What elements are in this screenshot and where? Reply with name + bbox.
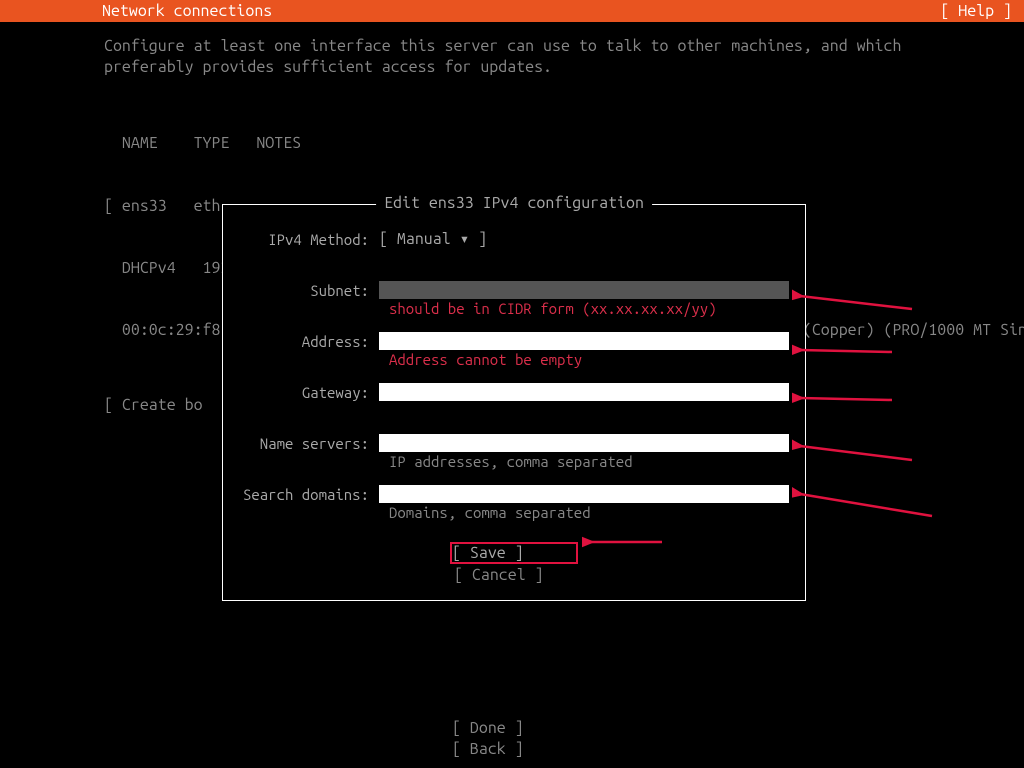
dialog-title: Edit ens33 IPv4 configuration — [376, 195, 652, 211]
address-input[interactable] — [379, 332, 789, 350]
back-button[interactable]: [ Back ] — [452, 739, 572, 760]
edit-ipv4-dialog: Edit ens33 IPv4 configuration IPv4 Metho… — [222, 204, 806, 601]
nameservers-hint: IP addresses, comma separated — [389, 454, 789, 469]
gateway-label: Gateway: — [239, 385, 379, 400]
searchdomains-input[interactable] — [379, 485, 789, 503]
done-button[interactable]: [ Done ] — [452, 718, 572, 739]
iface-columns: NAME TYPE NOTES — [104, 133, 920, 154]
nameservers-label: Name servers: — [239, 436, 379, 451]
footer: [ Done ] [ Back ] — [0, 718, 1024, 760]
address-hint: Address cannot be empty — [389, 352, 789, 367]
searchdomains-hint: Domains, comma separated — [389, 505, 789, 520]
address-label: Address: — [239, 334, 379, 349]
ipv4-method-select[interactable]: [ Manual ▾ ] — [379, 231, 487, 247]
title-bar: Network connections [ Help ] — [0, 0, 1024, 22]
cancel-button[interactable]: [ Cancel ] — [454, 566, 574, 584]
intro-text: Configure at least one interface this se… — [104, 36, 920, 78]
page-title: Network connections — [102, 3, 272, 19]
searchdomains-label: Search domains: — [239, 487, 379, 502]
method-label: IPv4 Method: — [239, 232, 379, 247]
gateway-input[interactable] — [379, 383, 789, 401]
help-button[interactable]: [ Help ] — [940, 3, 1012, 19]
subnet-input[interactable] — [379, 281, 789, 299]
save-button[interactable]: [ Save ] — [450, 542, 578, 564]
subnet-label: Subnet: — [239, 283, 379, 298]
arrow-nameservers — [792, 438, 922, 468]
arrow-searchdomains — [792, 486, 942, 526]
nameservers-input[interactable] — [379, 434, 789, 452]
subnet-hint: should be in CIDR form (xx.xx.xx.xx/yy) — [389, 301, 789, 316]
